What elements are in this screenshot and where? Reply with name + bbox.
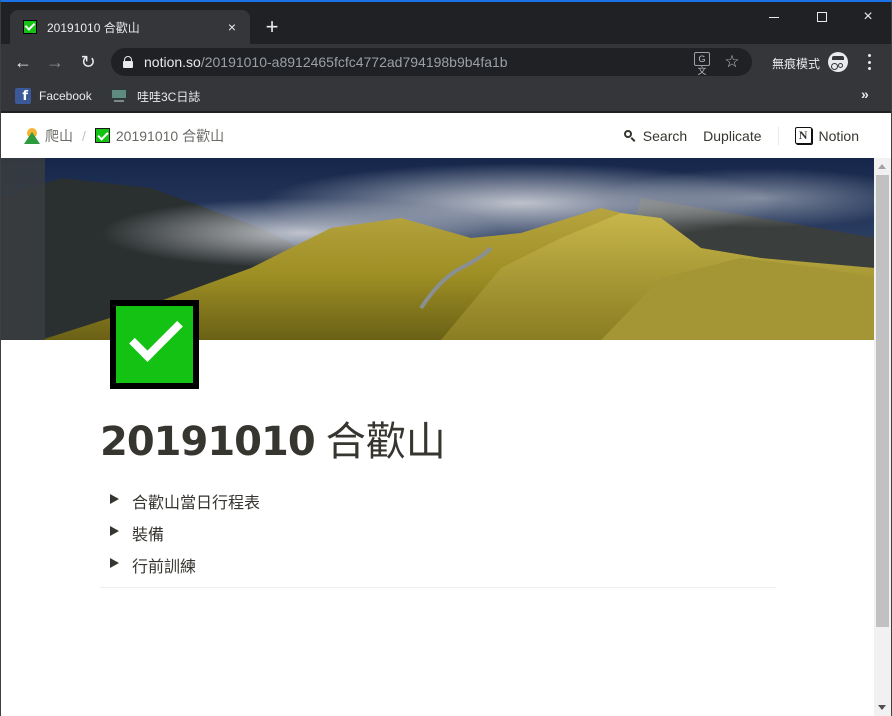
breadcrumb-label: 爬山 [45,127,73,144]
page-title-text: 合歡山 [325,419,446,465]
incognito-icon[interactable] [828,52,848,72]
back-button[interactable]: ← [11,50,35,74]
bookmarks-overflow-icon[interactable]: » [861,86,869,102]
scroll-down-arrow-icon[interactable] [878,705,886,710]
page-scrollbar[interactable] [874,158,891,716]
notion-logo-icon: N [794,127,812,144]
bookmark-label: 哇哇3C日誌 [137,89,201,104]
facebook-icon: f [15,88,31,104]
toggle-triangle-icon[interactable] [110,558,119,568]
duplicate-button[interactable]: Duplicate [703,128,761,144]
close-icon: × [863,8,873,25]
toggle-item[interactable]: 行前訓練 [100,549,776,581]
bookmark-facebook[interactable]: f Facebook [15,86,92,106]
toggle-item[interactable]: 合歡山當日行程表 [100,485,776,517]
minimize-button[interactable] [751,2,797,32]
breadcrumb-item-current[interactable]: 20191010 合歡山 [94,126,225,146]
url-text[interactable]: notion.so/20191010-a8912465fcfc4772ad794… [144,54,692,70]
toggle-triangle-icon[interactable] [110,494,119,504]
check-box-icon [23,20,37,34]
address-bar[interactable]: notion.so/20191010-a8912465fcfc4772ad794… [111,48,752,76]
page-icon-check[interactable] [110,300,199,389]
monitor-icon [111,89,127,103]
scrollbar-thumb[interactable] [876,175,889,627]
toggle-label: 行前訓練 [132,559,197,576]
incognito-label: 無痕模式 [772,57,821,71]
scroll-up-arrow-icon[interactable] [878,164,886,169]
close-window-button[interactable]: × [845,2,891,32]
toggle-label: 裝備 [132,527,165,544]
bookmarks-bar: f Facebook 哇哇3C日誌 » [1,80,891,112]
notion-topbar: 爬山 / 20191010 合歡山 Search Duplicate N Not… [1,113,875,158]
page-title[interactable]: 20191010 合歡山 [100,416,446,468]
breadcrumb-separator: / [82,127,86,144]
new-tab-button[interactable]: + [261,16,283,38]
url-host: notion.so [144,54,201,70]
action-divider [777,126,779,145]
maximize-button[interactable] [799,2,845,32]
search-icon [623,129,636,142]
incognito-glasses [838,63,843,68]
toggle-label: 合歡山當日行程表 [132,495,261,512]
toggle-triangle-icon[interactable] [110,526,119,536]
bookmark-star-icon[interactable]: ☆ [722,52,742,72]
lock-icon[interactable] [123,56,133,68]
tab-close-icon[interactable]: × [224,19,240,35]
search-button[interactable]: Search [623,127,688,144]
search-label: Search [642,127,688,144]
maximize-icon [817,12,827,22]
browser-toolbar: ← → ↻ notion.so/20191010-a8912465fcfc477… [1,44,891,80]
toggle-item[interactable]: 裝備 [100,517,776,549]
duplicate-label: Duplicate [703,127,762,144]
translate-icon: G文 [694,52,710,76]
forward-button[interactable]: → [43,50,67,74]
check-box-icon [94,128,110,143]
check-box-icon [116,306,193,383]
more-menu-icon[interactable] [863,53,875,71]
translate-button[interactable]: G文 [692,52,712,76]
breadcrumb-item-parent[interactable]: 爬山 [24,126,73,146]
url-path: /20191010-a8912465fcfc4772ad794198b9b4fa… [200,54,508,70]
breadcrumb-label: 20191010 合歡山 [115,127,225,144]
mountain-sunrise-icon [24,127,40,144]
page-title-number: 20191010 [100,419,316,465]
topbar-actions: Search Duplicate N Notion [623,113,875,158]
tab-strip: 20191010 合歡山 × + × [1,2,891,44]
bookmark-label: Facebook [39,89,92,103]
notion-page: 爬山 / 20191010 合歡山 Search Duplicate N Not… [1,113,891,716]
reload-button[interactable]: ↻ [76,50,100,74]
browser-tab[interactable]: 20191010 合歡山 × [10,10,250,44]
notion-label: Notion [818,127,859,144]
browser-window: 20191010 合歡山 × + × ← → ↻ notion.so/20191… [0,0,892,716]
minimize-icon [769,16,779,18]
toggle-list: 合歡山當日行程表 裝備 行前訓練 [100,485,776,581]
content-divider [100,587,776,588]
tab-title: 20191010 合歡山 [47,20,140,35]
notion-button[interactable]: N Notion [794,127,859,144]
bookmark-wawa-3c[interactable]: 哇哇3C日誌 [111,86,200,106]
